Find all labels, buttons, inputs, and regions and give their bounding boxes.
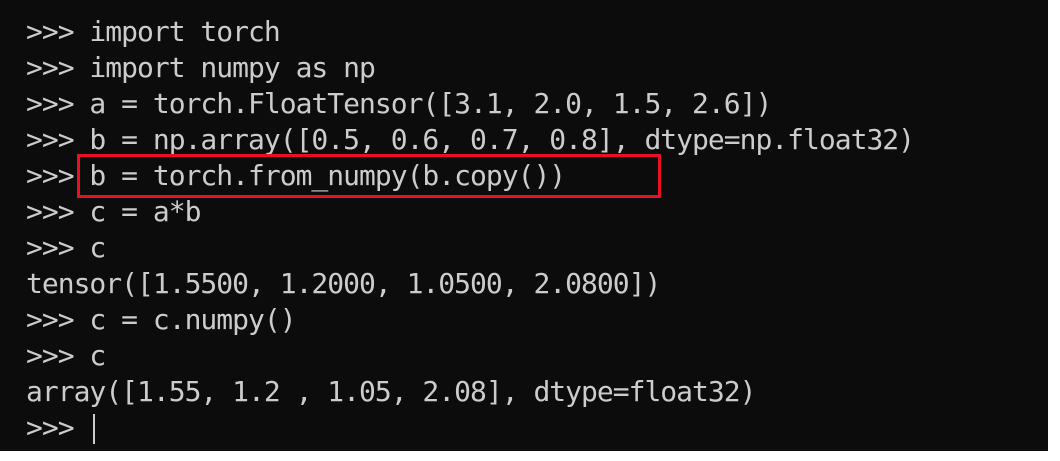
terminal-output-line: array([1.55, 1.2 , 1.05, 2.08], dtype=fl… — [26, 375, 756, 408]
terminal-line: >>> import torch — [26, 15, 281, 48]
terminal-output-line: tensor([1.5500, 1.2000, 1.0500, 2.0800]) — [26, 267, 661, 300]
terminal-window[interactable]: >>> import torch >>> import numpy as np … — [0, 0, 1048, 451]
terminal-line: >>> c — [26, 339, 106, 372]
terminal-line: >>> c — [26, 231, 106, 264]
terminal-line-highlighted: >>> b = torch.from_numpy(b.copy()) — [26, 159, 566, 192]
terminal-line: >>> c = c.numpy() — [26, 303, 297, 336]
prompt-text: >>> — [26, 411, 90, 444]
terminal-line: >>> a = torch.FloatTensor([3.1, 2.0, 1.5… — [26, 87, 772, 120]
terminal-line: >>> import numpy as np — [26, 51, 376, 84]
terminal-line: >>> b = np.array([0.5, 0.6, 0.7, 0.8], d… — [26, 123, 915, 156]
text-cursor — [93, 414, 96, 444]
terminal-prompt-line[interactable]: >>> — [26, 410, 1048, 446]
terminal-line: >>> c = a*b — [26, 195, 201, 228]
